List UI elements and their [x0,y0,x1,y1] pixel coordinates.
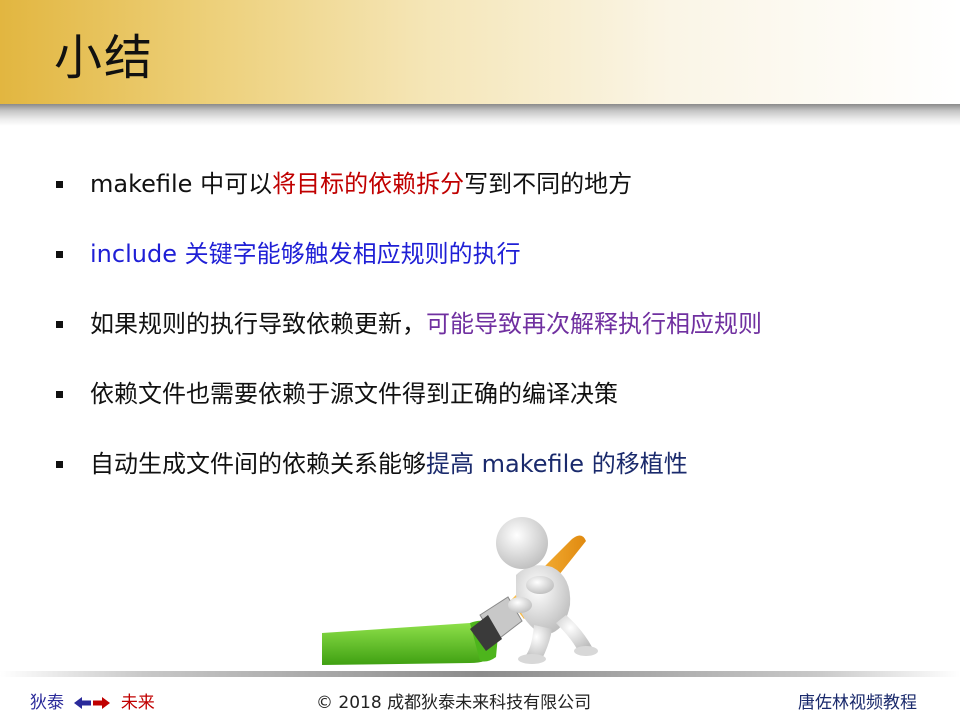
bullet-2-text: include 关键字能够触发相应规则的执行 [90,240,521,268]
footer-course: 唐佐林视频教程 [798,693,917,713]
footer-copyright: © 2018 成都狄泰未来科技有限公司 [316,693,592,713]
bullet-1-part-3: 写到不同的地方 [464,170,633,198]
bullet-text-5: 自动生成文件间的依赖关系能够提高 makefile 的移植性 [90,442,688,486]
bullet-text-4: 依赖文件也需要依赖于源文件得到正确的编译决策 [90,372,618,416]
bullet-text-1: makefile 中可以将目标的依赖拆分写到不同的地方 [90,162,632,206]
bullet-text-2: include 关键字能够触发相应规则的执行 [90,232,521,276]
bullet-text-3: 如果规则的执行导致依赖更新，可能导致再次解释执行相应规则 [90,302,762,346]
bullet-5-highlight: 提高 makefile 的移植性 [426,450,688,478]
bullet-item-4: 依赖文件也需要依赖于源文件得到正确的编译决策 [56,372,936,442]
bullet-item-5: 自动生成文件间的依赖关系能够提高 makefile 的移植性 [56,442,936,512]
bullet-square-icon [56,391,63,398]
bullet-3-part-1: 如果规则的执行导致依赖更新， [90,310,426,338]
bullet-4-text: 依赖文件也需要依赖于源文件得到正确的编译决策 [90,380,618,408]
footer-brand: 狄泰 未来 [30,688,155,713]
bullet-item-3: 如果规则的执行导致依赖更新，可能导致再次解释执行相应规则 [56,302,936,372]
bullet-item-2: include 关键字能够触发相应规则的执行 [56,232,936,302]
bullet-list: makefile 中可以将目标的依赖拆分写到不同的地方 include 关键字能… [56,162,936,512]
bullet-square-icon [56,181,63,188]
bullet-1-part-1: makefile 中可以 [90,170,273,198]
bullet-1-highlight: 将目标的依赖拆分 [272,170,465,198]
footer-brand-right: 未来 [120,693,155,713]
double-arrow-icon [74,697,111,709]
painter-figure-illustration [322,517,598,665]
bullet-item-1: makefile 中可以将目标的依赖拆分写到不同的地方 [56,162,936,232]
bullet-5-part-1: 自动生成文件间的依赖关系能够 [90,450,426,478]
bullet-square-icon [56,321,63,328]
bullet-square-icon [56,461,63,468]
footer-brand-left: 狄泰 [30,693,64,713]
bullet-square-icon [56,251,63,258]
title-shadow [0,104,960,126]
bullet-3-highlight: 可能导致再次解释执行相应规则 [426,310,762,338]
footer-divider [0,671,960,677]
slide-title: 小结 [54,30,155,86]
